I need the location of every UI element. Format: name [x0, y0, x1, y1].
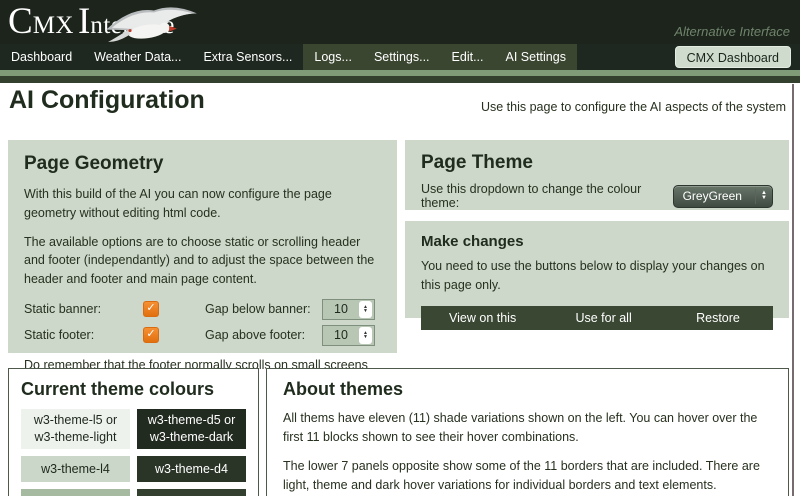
geometry-paragraph-2: The available options are to choose stat…: [24, 233, 381, 289]
gap-above-footer-label: Gap above footer:: [205, 328, 322, 342]
static-footer-label: Static footer:: [24, 328, 143, 342]
nav-settings[interactable]: Settings...: [363, 44, 441, 70]
swatch-grid: w3-theme-l5 or w3-theme-light w3-theme-d…: [21, 409, 246, 496]
use-for-all-pages-button[interactable]: Use for all pages: [544, 306, 663, 330]
stepper-icon[interactable]: ▲ ▼: [359, 327, 372, 344]
view-on-this-page-button[interactable]: View on this page: [421, 306, 544, 330]
theme-select[interactable]: GreyGreen ▲ ▼: [673, 185, 773, 208]
swatch-theme-l4[interactable]: w3-theme-l4: [21, 456, 130, 482]
static-banner-checkbox[interactable]: ✓: [143, 301, 159, 317]
theme-dropdown-label: Use this dropdown to change the colour t…: [421, 182, 667, 210]
logo-text: C: [8, 1, 33, 42]
gap-below-banner-input[interactable]: 10 ▲ ▼: [322, 299, 375, 320]
geometry-paragraph-1: With this build of the AI you can now co…: [24, 185, 381, 223]
swatch-theme-l5[interactable]: w3-theme-l5 or w3-theme-light: [21, 409, 130, 449]
theme-selected-value: GreyGreen: [674, 189, 755, 203]
page-theme-title: Page Theme: [421, 152, 773, 174]
swatch-theme-d4[interactable]: w3-theme-d4: [137, 456, 246, 482]
page-theme-panel: Page Theme Use this dropdown to change t…: [405, 140, 789, 210]
gap-above-footer-input[interactable]: 10 ▲ ▼: [322, 325, 375, 346]
static-footer-checkbox[interactable]: ✓: [143, 327, 159, 343]
nav-dashboard[interactable]: Dashboard: [0, 44, 83, 70]
static-banner-row: Static banner: ✓ Gap below banner: 10 ▲ …: [24, 299, 381, 320]
header: CMX Interface Alternative Interface: [0, 0, 800, 44]
about-paragraph-2: The lower 7 panels opposite show some of…: [283, 457, 772, 496]
about-paragraph-1: All thems have eleven (11) shade variati…: [283, 409, 772, 448]
page-geometry-title: Page Geometry: [24, 153, 381, 175]
about-themes-title: About themes: [283, 379, 772, 400]
current-theme-colours-panel: Current theme colours w3-theme-l5 or w3-…: [8, 368, 259, 496]
make-changes-description: You need to use the buttons below to dis…: [421, 257, 773, 295]
select-arrows-icon: ▲ ▼: [755, 189, 772, 204]
nav-logs[interactable]: Logs...: [303, 44, 363, 70]
page-title: AI Configuration: [9, 86, 205, 115]
static-footer-row: Static footer: ✓ Gap above footer: 10 ▲ …: [24, 325, 381, 346]
stepper-icon[interactable]: ▲ ▼: [359, 301, 372, 318]
about-themes-panel: About themes All thems have eleven (11) …: [266, 368, 789, 496]
scrollbar[interactable]: [792, 84, 794, 496]
current-theme-colours-title: Current theme colours: [21, 379, 246, 400]
seagull-icon: [103, 1, 201, 43]
app-window: CMX Interface Alternative Interface Dash…: [0, 0, 800, 496]
divider-strip-dark: [0, 76, 800, 83]
restore-default-button[interactable]: Restore default: [663, 306, 773, 330]
swatch-theme-d5[interactable]: w3-theme-d5 or w3-theme-dark: [137, 409, 246, 449]
swatch-theme-l3[interactable]: w3-theme-l3: [21, 489, 130, 496]
nav-ai-settings[interactable]: AI Settings: [495, 44, 577, 70]
main-nav: Dashboard Weather Data... Extra Sensors.…: [0, 44, 800, 70]
alternative-interface-link[interactable]: Alternative Interface: [674, 24, 790, 39]
static-banner-label: Static banner:: [24, 302, 143, 316]
swatch-theme-d3[interactable]: w3-theme-d3: [137, 489, 246, 496]
make-changes-panel: Make changes You need to use the buttons…: [405, 221, 789, 318]
page-subtitle: Use this page to configure the AI aspect…: [481, 100, 786, 114]
nav-weather-data[interactable]: Weather Data...: [83, 44, 192, 70]
make-changes-title: Make changes: [421, 233, 773, 250]
nav-extra-sensors[interactable]: Extra Sensors...: [192, 44, 303, 70]
nav-edit[interactable]: Edit...: [441, 44, 495, 70]
gap-below-banner-label: Gap below banner:: [205, 302, 322, 316]
cmx-dashboard-button[interactable]: CMX Dashboard: [675, 46, 791, 68]
changes-button-bar: View on this page Use for all pages Rest…: [421, 306, 773, 330]
page-geometry-panel: Page Geometry With this build of the AI …: [8, 140, 397, 353]
